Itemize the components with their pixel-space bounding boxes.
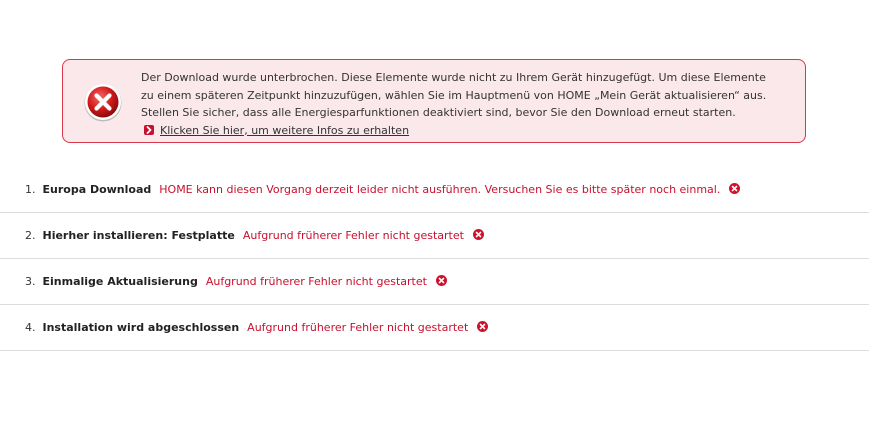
list-item: 2. Hierher installieren: Festplatte Aufgru… bbox=[0, 213, 869, 259]
step-status: Aufgrund früherer Fehler nicht gestartet bbox=[205, 275, 427, 288]
step-status: Aufgrund früherer Fehler nicht gestartet bbox=[247, 321, 469, 334]
list-item: 1. Europa Download HOME kann diesen Vorgan… bbox=[0, 167, 869, 213]
step-list: 1. Europa Download HOME kann diesen Vorgan… bbox=[0, 167, 869, 351]
error-x-icon bbox=[83, 82, 123, 122]
step-number: 1. bbox=[25, 183, 36, 196]
alert-message-block: Der Download wurde unterbrochen. Diese E… bbox=[141, 69, 781, 139]
step-status: HOME kann diesen Vorgang derzeit leider … bbox=[159, 183, 721, 196]
step-title: Hierher installieren: Festplatte bbox=[42, 229, 235, 242]
step-number: 2. bbox=[25, 229, 36, 242]
list-item: 4. Installation wird abgeschlossen Aufgrun… bbox=[0, 305, 869, 351]
error-alert-box: Der Download wurde unterbrochen. Diese E… bbox=[62, 59, 806, 143]
error-icon bbox=[729, 183, 741, 194]
step-number: 3. bbox=[25, 275, 36, 288]
alert-link-group[interactable]: Klicken Sie hier, um weitere Infos zu er… bbox=[141, 124, 409, 137]
error-icon bbox=[435, 275, 447, 286]
error-icon bbox=[477, 321, 489, 332]
step-title: Installation wird abgeschlossen bbox=[42, 321, 240, 334]
more-info-link[interactable]: Klicken Sie hier, um weitere Infos zu er… bbox=[160, 124, 409, 137]
step-title: Einmalige Aktualisierung bbox=[42, 275, 198, 288]
alert-message: Der Download wurde unterbrochen. Diese E… bbox=[141, 71, 767, 119]
step-title: Europa Download bbox=[42, 183, 152, 196]
list-item: 3. Einmalige Aktualisierung Aufgrund frühe… bbox=[0, 259, 869, 305]
step-status: Aufgrund früherer Fehler nicht gestartet bbox=[242, 229, 464, 242]
error-icon bbox=[472, 229, 484, 240]
step-number: 4. bbox=[25, 321, 36, 334]
chevron-right-icon[interactable] bbox=[144, 124, 154, 135]
